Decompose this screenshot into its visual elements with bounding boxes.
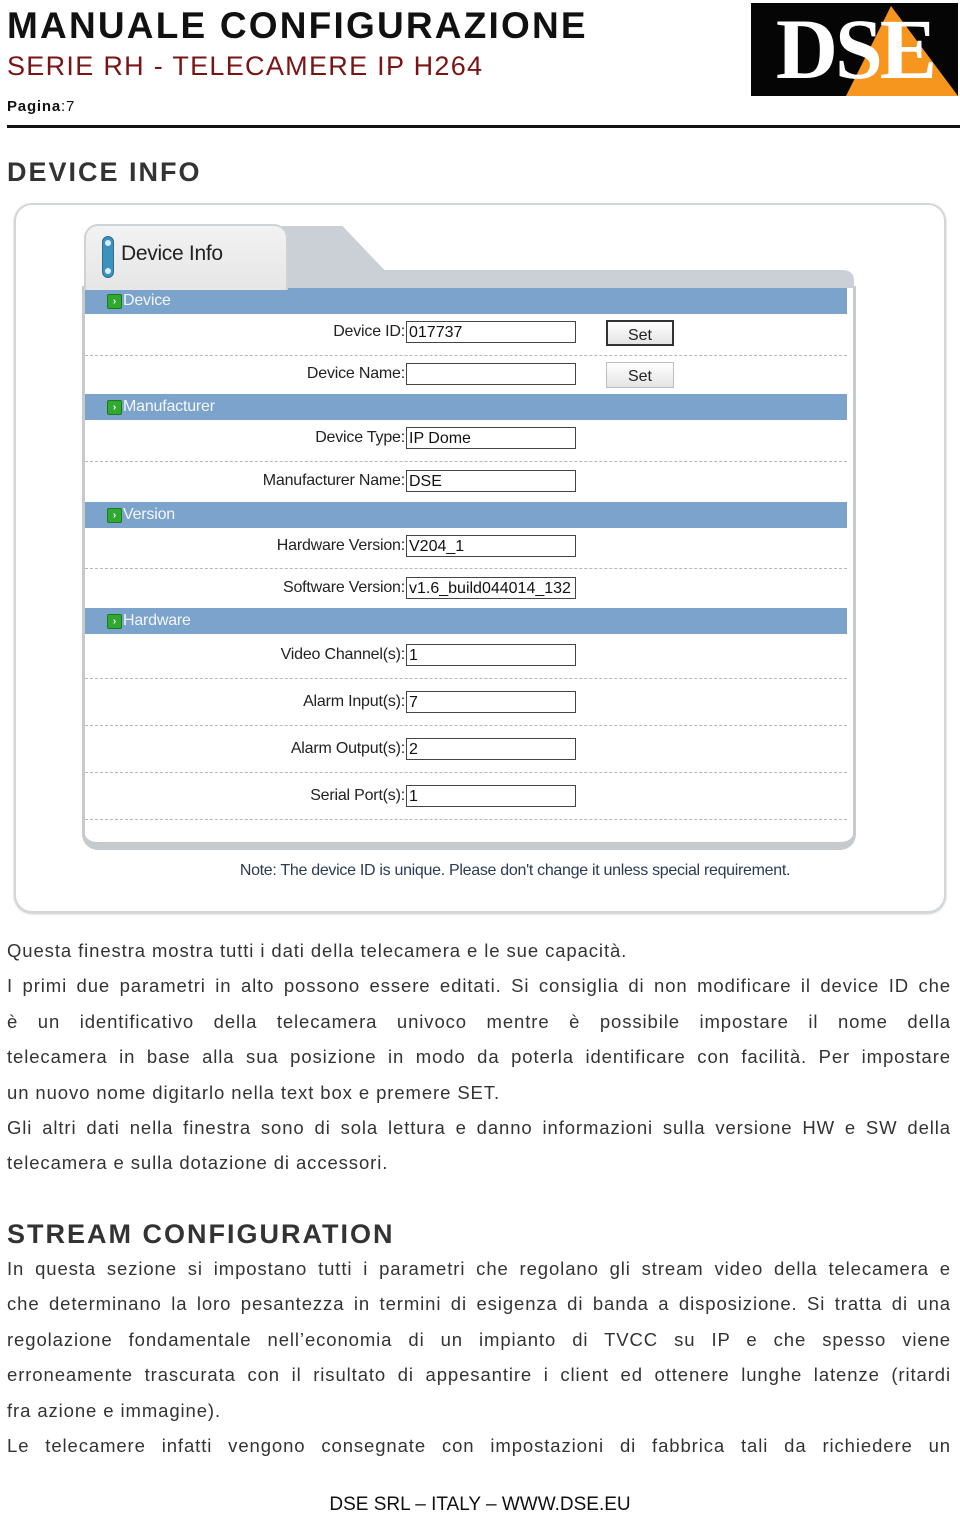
- expand-arrow-icon: ›: [107, 400, 122, 415]
- header-divider: [7, 125, 960, 128]
- expand-arrow-icon: ›: [107, 614, 122, 629]
- software-version-input[interactable]: v1.6_build044014_132: [406, 577, 576, 599]
- page-footer: DSE SRL – ITALY – WWW.DSE.EU: [329, 1494, 631, 1515]
- text-line: Gli altri dati nella finestra sono di so…: [7, 1116, 951, 1138]
- device-id-note: Note: The device ID is unique. Please do…: [239, 862, 791, 879]
- field-label: Alarm Input(s):: [303, 693, 405, 710]
- text-line: In questa sezione si impostano tutti i p…: [7, 1258, 951, 1279]
- logo-text: DSE: [775, 3, 937, 96]
- document-title: MANUALE CONFIGURAZIONE: [7, 5, 588, 46]
- alarm-inputs-input[interactable]: 7: [406, 691, 576, 713]
- field-row-hardware-version: Hardware Version: V204_1: [85, 528, 847, 568]
- field-row-alarm-outputs: Alarm Output(s): 2: [85, 731, 847, 771]
- section-heading-stream-configuration: STREAM CONFIGURATION: [7, 1219, 395, 1249]
- device-id-input[interactable]: 017737: [406, 321, 576, 343]
- field-row-manufacturer-name: Manufacturer Name: DSE: [85, 463, 847, 503]
- device-info-description: Questa finestra mostra tutti i dati dell…: [7, 933, 951, 1181]
- field-row-device-type: Device Type: IP Dome: [85, 420, 847, 460]
- manufacturer-name-input[interactable]: DSE: [406, 470, 576, 492]
- text-line: telecamera e sulla dotazione di accessor…: [7, 1152, 389, 1174]
- tab-pill-icon: [102, 236, 114, 278]
- field-label: Manufacturer Name:: [262, 472, 405, 489]
- field-label: Alarm Output(s):: [290, 740, 405, 757]
- group-header-version: › Version: [85, 502, 847, 528]
- field-row-software-version: Software Version: v1.6_build044014_132: [85, 570, 847, 610]
- row-divider: [85, 725, 847, 726]
- alarm-outputs-input[interactable]: 2: [406, 738, 576, 760]
- field-label: Software Version:: [283, 579, 405, 596]
- page-label: Pagina: [7, 98, 61, 115]
- text-line: erroneamente trascurata con il risultato…: [7, 1364, 951, 1386]
- text-line: fra azione e immagine).: [7, 1399, 222, 1421]
- tab-device-info-label: Device Info: [121, 242, 223, 265]
- text-line: un nuovo nome digitarlo nella text box e…: [7, 1081, 500, 1103]
- text-line: Le telecamere infatti vengono consegnate…: [7, 1434, 951, 1456]
- group-label: Version: [123, 506, 175, 523]
- text-line: Questa finestra mostra tutti i dati dell…: [7, 940, 628, 961]
- field-row-serial-ports: Serial Port(s): 1: [85, 778, 847, 818]
- field-label: Hardware Version:: [276, 537, 405, 554]
- dse-logo: DSE: [751, 3, 958, 96]
- group-header-manufacturer: › Manufacturer: [85, 394, 847, 420]
- group-label: Hardware: [123, 612, 191, 629]
- text-line: I primi due parametri in alto possono es…: [7, 975, 951, 997]
- video-channels-input[interactable]: 1: [406, 644, 576, 666]
- serial-ports-input[interactable]: 1: [406, 785, 576, 807]
- field-label: Serial Port(s):: [310, 787, 405, 804]
- expand-arrow-icon: ›: [107, 508, 122, 523]
- page-number: Pagina:7: [7, 98, 75, 115]
- field-row-device-id: Device ID: 017737 Set: [85, 314, 847, 354]
- group-header-hardware: › Hardware: [85, 608, 847, 634]
- text-line: regolazione fondamentale nell’economia d…: [7, 1328, 951, 1350]
- group-header-device: › Device: [85, 288, 847, 314]
- row-divider: [85, 772, 847, 773]
- field-label: Device ID:: [333, 323, 405, 340]
- row-divider: [85, 678, 847, 679]
- device-type-input[interactable]: IP Dome: [406, 427, 576, 449]
- group-label: Device: [123, 292, 171, 309]
- page-value: :7: [60, 98, 76, 115]
- row-divider: [85, 568, 847, 569]
- field-label: Video Channel(s):: [280, 646, 406, 663]
- field-label: Device Type:: [315, 429, 405, 446]
- tab-strip: [282, 270, 854, 288]
- set-device-id-button[interactable]: Set: [606, 320, 674, 346]
- row-divider: [85, 819, 847, 820]
- field-row-video-channels: Video Channel(s): 1: [85, 637, 847, 677]
- group-label: Manufacturer: [123, 398, 215, 415]
- text-line: è un identificativo della telecamera uni…: [7, 1010, 951, 1032]
- device-name-input[interactable]: [406, 363, 576, 385]
- field-row-device-name: Device Name: Set: [85, 356, 847, 396]
- expand-arrow-icon: ›: [107, 294, 122, 309]
- field-row-alarm-inputs: Alarm Input(s): 7: [85, 684, 847, 724]
- field-label: Device Name:: [306, 365, 405, 382]
- set-device-name-button[interactable]: Set: [606, 362, 674, 388]
- hardware-version-input[interactable]: V204_1: [406, 535, 576, 557]
- text-line: telecamera in base alla sua posizione in…: [7, 1046, 951, 1068]
- row-divider: [85, 461, 847, 462]
- stream-config-description: In questa sezione si impostano tutti i p…: [7, 1251, 951, 1463]
- text-line: che determinano la loro pesantezza in te…: [7, 1293, 951, 1315]
- document-subtitle: SERIE RH - TELECAMERE IP H264: [7, 51, 484, 81]
- section-heading-device-info: DEVICE INFO: [7, 157, 202, 187]
